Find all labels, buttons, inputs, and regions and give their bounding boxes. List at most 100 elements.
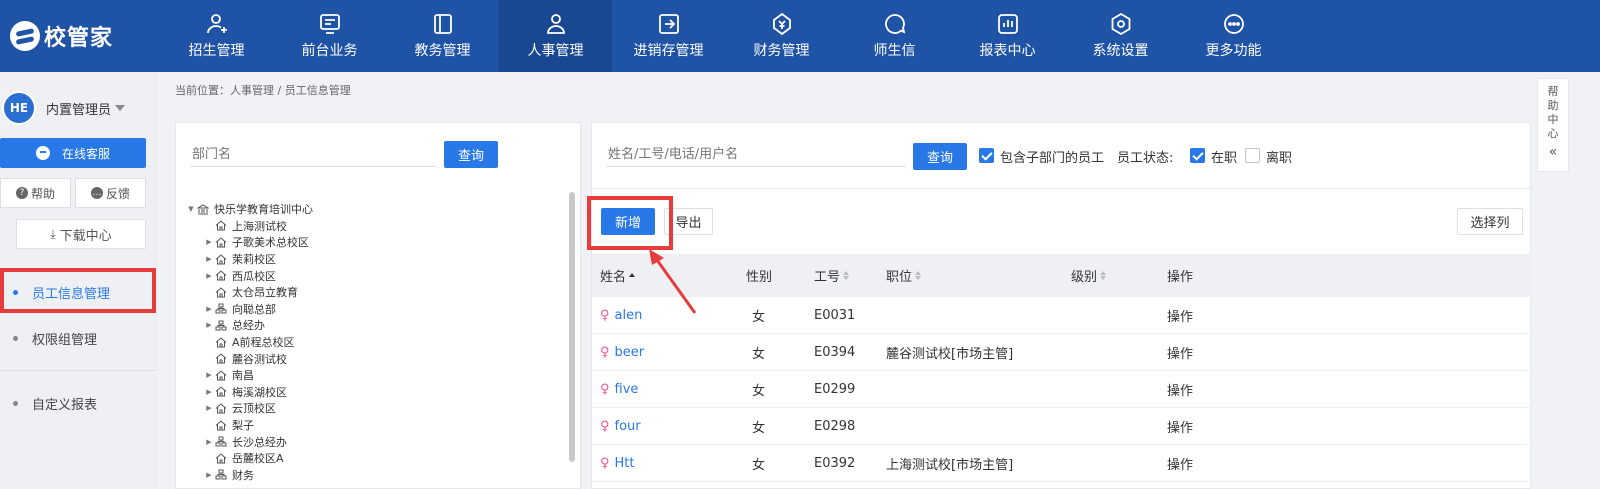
tree-node[interactable]: ▶ 茉莉校区 xyxy=(186,251,566,268)
nav-item-7[interactable]: 报表中心 xyxy=(951,0,1064,72)
column-header-label: 操作 xyxy=(1167,270,1194,285)
tree-node[interactable]: ▶ 向聪总部 xyxy=(186,301,566,318)
home-icon xyxy=(214,452,228,464)
home-icon xyxy=(214,402,228,414)
employee-search-input[interactable] xyxy=(606,143,906,167)
tree-node[interactable]: ▼ 快乐学教育培训中心 xyxy=(186,201,566,218)
help-button[interactable]: ? 帮助 xyxy=(0,178,71,208)
nav-item-label: 报表中心 xyxy=(979,43,1036,59)
employee-name: beer xyxy=(614,345,645,360)
nav-item-6[interactable]: 师生信 xyxy=(838,0,951,72)
column-header-level[interactable]: 级别 xyxy=(1071,254,1107,297)
tree-node[interactable]: 麓谷测试校 xyxy=(186,350,566,367)
employee-name-link[interactable]: ♀ four xyxy=(600,408,641,445)
home-icon xyxy=(214,336,228,348)
employee-query-button[interactable]: 查询 xyxy=(913,143,967,170)
app-logo[interactable]: 校管家 xyxy=(10,16,113,56)
select-columns-button[interactable]: 选择列 xyxy=(1457,208,1523,235)
caret-right-icon[interactable]: ▶ xyxy=(204,471,214,479)
nav-item-3[interactable]: 人事管理 xyxy=(499,0,612,72)
tree-scrollbar[interactable] xyxy=(569,192,575,462)
tree-node[interactable]: ▶ 西瓜校区 xyxy=(186,267,566,284)
yen-shield-icon xyxy=(770,12,794,36)
tree-node[interactable]: A前程总校区 xyxy=(186,334,566,351)
caret-right-icon[interactable]: ▶ xyxy=(204,404,214,412)
feedback-button[interactable]: … 反馈 xyxy=(75,178,146,208)
tree-node-label: A前程总校区 xyxy=(232,336,295,350)
tree-node[interactable]: ▶ 财务 xyxy=(186,467,566,484)
column-header-gender: 性别 xyxy=(746,254,772,297)
cell-action[interactable]: 操作 xyxy=(1167,408,1193,445)
tree-node[interactable]: 梨子 xyxy=(186,417,566,434)
table-row: ♀ alen 女 E0031 操作 xyxy=(592,297,1532,334)
top-nav-bar: 校管家 招生管理 前台业务 教务管理 人事管理 进销存管理 财务管理 师生信 报表中心 系统设置… xyxy=(0,0,1600,72)
help-center-tab[interactable]: 帮 助 中 心 « xyxy=(1537,78,1569,172)
employee-name-link[interactable]: ♀ Htt xyxy=(600,445,635,482)
nav-item-1[interactable]: 前台业务 xyxy=(273,0,386,72)
user-name: 内置管理员 xyxy=(46,102,112,118)
caret-right-icon[interactable]: ▶ xyxy=(204,438,214,446)
sidebar-item-permission-group[interactable]: 权限组管理 xyxy=(0,318,157,358)
column-header-label: 性别 xyxy=(746,270,773,285)
tree-node[interactable]: ▶ 梅溪湖校区 xyxy=(186,384,566,401)
column-header-name[interactable]: 姓名 xyxy=(600,254,636,297)
status-active-checkbox[interactable] xyxy=(1190,148,1205,163)
cell-action[interactable]: 操作 xyxy=(1167,334,1193,371)
tree-node[interactable]: ▶ 云顶校区 xyxy=(186,400,566,417)
nav-item-4[interactable]: 进销存管理 xyxy=(612,0,725,72)
nav-item-2[interactable]: 教务管理 xyxy=(386,0,499,72)
caret-right-icon[interactable]: ▶ xyxy=(204,388,214,396)
online-service-button[interactable]: 在线客服 xyxy=(0,138,146,168)
employee-list-panel: 查询 包含子部门的员工 员工状态: 在职 离职 新增 导出 选择列 姓名 性别 … xyxy=(591,122,1532,489)
employee-name-link[interactable]: ♀ beer xyxy=(600,334,644,371)
caret-right-icon[interactable]: ▶ xyxy=(204,305,214,313)
user-menu[interactable]: HE 内置管理员 xyxy=(0,86,157,130)
feedback-icon: … xyxy=(90,187,103,199)
help-tab-char: 助 xyxy=(1547,99,1559,112)
tree-node[interactable]: ▶ 子歌美术总校区 xyxy=(186,234,566,251)
breadcrumb: 当前位置：人事管理 / 员工信息管理 xyxy=(175,84,351,97)
cell-action[interactable]: 操作 xyxy=(1167,445,1193,482)
nav-item-5[interactable]: 财务管理 xyxy=(725,0,838,72)
tree-node[interactable]: ▶ 总经办 xyxy=(186,317,566,334)
nav-item-8[interactable]: 系统设置 xyxy=(1064,0,1177,72)
tree-node[interactable]: 上海测试校 xyxy=(186,218,566,235)
cell-action[interactable]: 操作 xyxy=(1167,371,1193,408)
tree-node[interactable]: ▶ 长沙总经办 xyxy=(186,433,566,450)
home-icon xyxy=(214,270,228,282)
cell-action[interactable]: 操作 xyxy=(1167,297,1193,334)
tree-node[interactable]: 岳麓校区A xyxy=(186,450,566,467)
caret-right-icon[interactable]: ▶ xyxy=(204,272,214,280)
nav-item-label: 前台业务 xyxy=(301,43,358,59)
sidebar-item-custom-report[interactable]: 自定义报表 xyxy=(0,383,157,423)
caret-right-icon[interactable]: ▶ xyxy=(204,255,214,263)
home-icon xyxy=(214,253,228,265)
department-search-input[interactable] xyxy=(190,143,436,167)
nav-item-label: 更多功能 xyxy=(1205,43,1262,59)
caret-right-icon[interactable]: ▶ xyxy=(204,371,214,379)
employee-name-link[interactable]: ♀ alen xyxy=(600,297,642,334)
filter-bar: 查询 包含子部门的员工 员工状态: 在职 离职 xyxy=(592,123,1532,189)
home-icon xyxy=(214,220,228,232)
caret-down-icon[interactable]: ▼ xyxy=(186,205,196,213)
employee-name-link[interactable]: ♀ five xyxy=(600,371,638,408)
tree-node-label: 子歌美术总校区 xyxy=(232,236,309,250)
download-center-button[interactable]: ⤓ 下载中心 xyxy=(16,219,146,249)
chat-bubble-icon xyxy=(35,146,50,160)
caret-right-icon[interactable]: ▶ xyxy=(204,238,214,246)
nav-item-9[interactable]: 更多功能 xyxy=(1177,0,1290,72)
column-header-position[interactable]: 职位 xyxy=(886,254,922,297)
tree-node-label: 太仓昂立教育 xyxy=(232,286,298,300)
nav-item-0[interactable]: 招生管理 xyxy=(160,0,273,72)
tree-node[interactable]: 太仓昂立教育 xyxy=(186,284,566,301)
tree-node[interactable]: ▶ 南昌 xyxy=(186,367,566,384)
column-header-id[interactable]: 工号 xyxy=(814,254,850,297)
caret-right-icon[interactable]: ▶ xyxy=(204,321,214,329)
status-resigned-checkbox[interactable] xyxy=(1245,148,1260,163)
home-icon xyxy=(214,419,228,431)
department-query-button[interactable]: 查询 xyxy=(444,141,498,168)
highlight-box-add-button xyxy=(587,196,673,250)
include-sub-dept-checkbox[interactable] xyxy=(979,148,994,163)
sort-icon xyxy=(629,273,636,278)
nav-item-label: 财务管理 xyxy=(753,43,810,59)
